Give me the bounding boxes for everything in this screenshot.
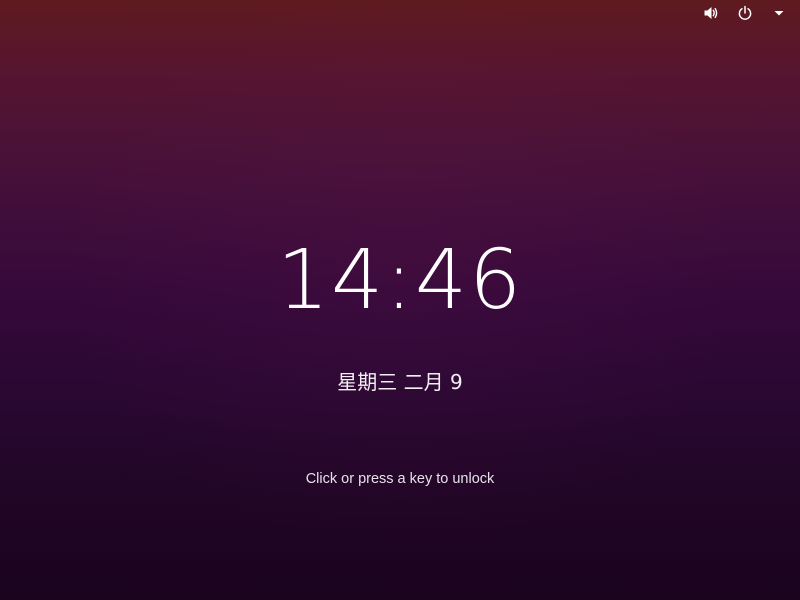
power-icon[interactable] [736,4,754,22]
dropdown-arrow-icon[interactable] [770,4,788,22]
clock-time: 14:46 [276,233,524,328]
volume-icon[interactable] [702,4,720,22]
unlock-hint: Click or press a key to unlock [305,471,495,487]
clock-date: 星期三 二月 9 [337,370,463,394]
system-status-area[interactable] [702,4,788,22]
